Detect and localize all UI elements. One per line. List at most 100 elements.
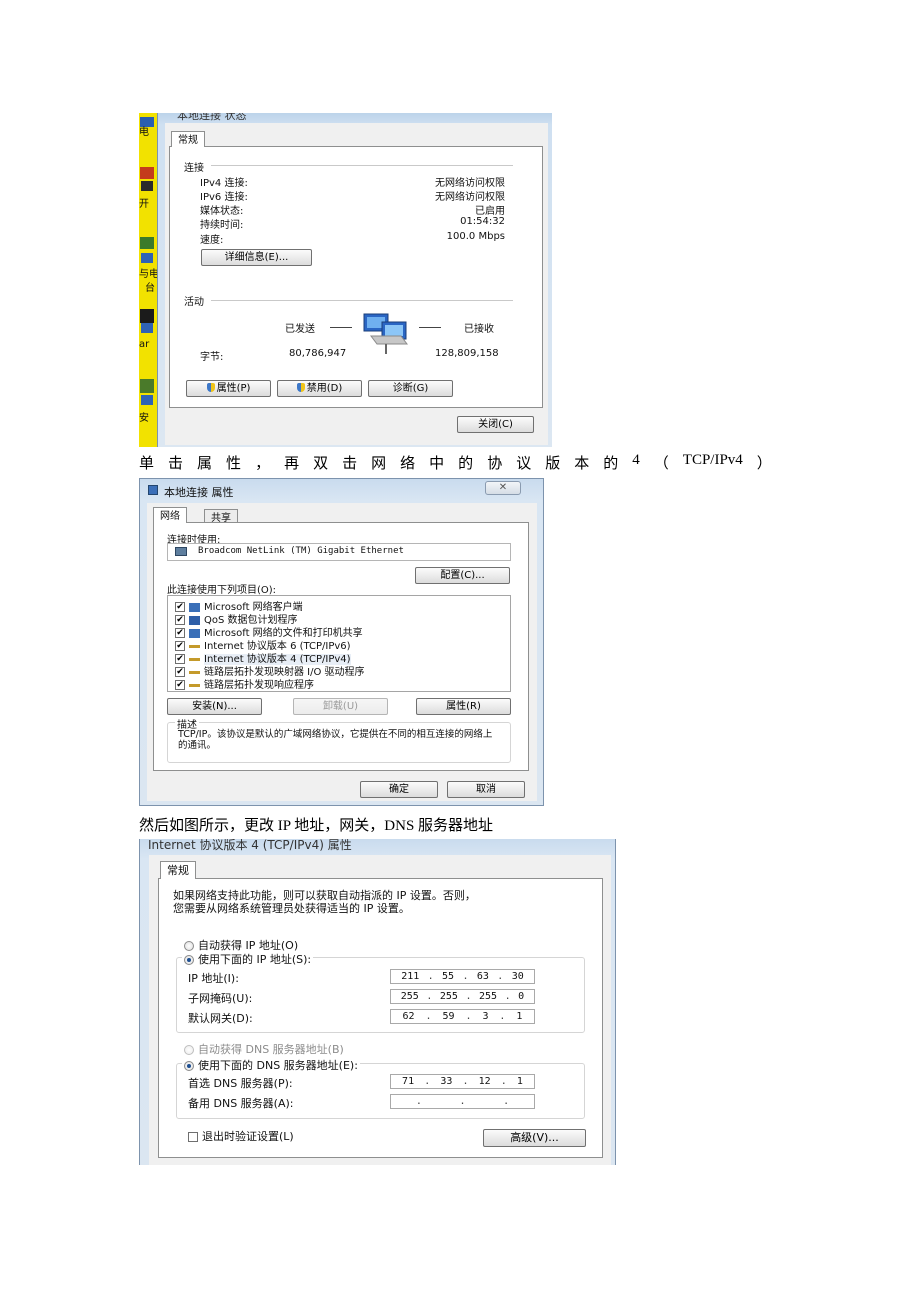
close-window-icon[interactable]: ✕ — [485, 481, 521, 495]
dns-octet: 71 — [402, 1076, 415, 1087]
caption-word: 的 — [458, 456, 474, 472]
details-button[interactable]: 详细信息(E)... — [201, 249, 312, 266]
desktop-text: 开 — [139, 199, 149, 210]
auto-dns-option[interactable]: 自动获得 DNS 服务器地址(B) — [184, 1041, 344, 1057]
preferred-dns-field[interactable]: 71. 33. 12. 1 — [390, 1074, 535, 1089]
tab-general[interactable]: 常规 — [171, 131, 205, 147]
gateway-octet: 62 — [402, 1011, 415, 1022]
caption-word: ， — [255, 456, 271, 472]
properties-button[interactable]: 属性(P) — [186, 380, 271, 397]
caption-word: TCP/IPv4 — [682, 452, 743, 468]
mask-octet: 255 — [400, 991, 419, 1002]
auto-dns-label: 自动获得 DNS 服务器地址(B) — [198, 1043, 344, 1056]
validate-label: 退出时验证设置(L) — [202, 1130, 294, 1143]
desktop-icon — [140, 309, 154, 323]
desktop-icon — [141, 323, 153, 333]
gateway-label: 默认网关(D): — [188, 1012, 253, 1025]
install-button[interactable]: 安装(N)... — [167, 698, 262, 715]
subnet-mask-field[interactable]: 255. 255. 255. 0 — [390, 989, 535, 1004]
caption-word: 网 — [371, 456, 387, 472]
adapter-name: Broadcom NetLink (TM) Gigabit Ethernet — [198, 546, 404, 556]
caption-word: 版 — [545, 456, 561, 472]
sent-line — [330, 327, 352, 328]
list-item[interactable]: ✔ 链路层拓扑发现响应程序 — [175, 676, 314, 691]
desktop-icon — [141, 181, 153, 191]
speed-label: 速度: — [200, 235, 224, 246]
protocol-icon — [189, 644, 200, 648]
ipv4-value: 无网络访问权限 — [435, 178, 505, 189]
alternate-dns-label: 备用 DNS 服务器(A): — [188, 1097, 294, 1110]
dns-octet: 33 — [440, 1076, 453, 1087]
received-label: 已接收 — [464, 324, 494, 335]
default-gateway-field[interactable]: 62. 59. 3. 1 — [390, 1009, 535, 1024]
radio-off[interactable] — [184, 1045, 194, 1055]
caption-change-addresses: 然后如图所示，更改 IP 地址，网关，DNS 服务器地址 — [139, 818, 494, 834]
media-label: 媒体状态: — [200, 206, 244, 217]
mask-octet: 255 — [479, 991, 498, 1002]
advanced-button[interactable]: 高级(V)... — [483, 1129, 586, 1147]
caption-word: （ — [653, 456, 669, 472]
description-text: TCP/IP。该协议是默认的广域网络协议，它提供在不同的相互连接的网络上的通讯。 — [178, 729, 493, 751]
desktop-text: 安 — [139, 413, 149, 424]
close-button[interactable]: 关闭(C) — [457, 416, 534, 433]
caption-word: 属 — [197, 456, 213, 472]
intro-text-line-2: 您需要从网络系统管理员处获得适当的 IP 设置。 — [173, 902, 410, 915]
media-value: 已启用 — [475, 206, 505, 217]
desktop-icon — [140, 379, 154, 393]
disable-button-label: 禁用(D) — [306, 383, 343, 394]
radio-off[interactable] — [184, 941, 194, 951]
ip-octet: 30 — [511, 971, 524, 982]
validate-option[interactable]: 退出时验证设置(L) — [188, 1128, 294, 1144]
validate-checkbox[interactable] — [188, 1132, 198, 1142]
window-title: 本地连接 状态 — [177, 113, 247, 122]
caption-word: 4 — [632, 452, 640, 468]
radio-on[interactable] — [184, 1061, 194, 1071]
ok-button[interactable]: 确定 — [360, 781, 438, 798]
preferred-dns-label: 首选 DNS 服务器(P): — [188, 1077, 293, 1090]
alternate-dns-field[interactable]: ... — [390, 1094, 535, 1109]
caption-word: 协 — [487, 456, 503, 472]
connection-status-screenshot: 电 开 与电 台 ar 安 本地连接 状态 常规 连接 IPv4 连接: 无网络… — [139, 113, 552, 447]
caption-click-properties: 单 击 属 性 ， 再 双 击 网 络 中 的 协 议 版 本 的 4 （ TC… — [139, 452, 772, 473]
properties-button[interactable]: 属性(R) — [416, 698, 511, 715]
protocol-icon — [189, 670, 200, 674]
ipv4-label: IPv4 连接: — [200, 178, 248, 189]
radio-on[interactable] — [184, 955, 194, 965]
protocol-icon — [189, 683, 200, 687]
network-icon — [148, 485, 158, 495]
caption-word: 击 — [168, 456, 184, 472]
desktop-text: 与电 — [139, 269, 159, 280]
caption-word: 议 — [516, 456, 532, 472]
ip-octet: 211 — [401, 971, 420, 982]
gateway-octet: 59 — [442, 1011, 455, 1022]
configure-button[interactable]: 配置(C)... — [415, 567, 510, 584]
item-checkbox[interactable]: ✔ — [175, 680, 185, 690]
section-activity: 活动 — [184, 297, 204, 308]
ip-address-field[interactable]: 211. 55. 63. 30 — [390, 969, 535, 984]
properties-button-label: 属性(P) — [216, 383, 251, 394]
tab-general[interactable]: 常规 — [160, 861, 196, 879]
manual-dns-option[interactable]: 使用下面的 DNS 服务器地址(E): — [182, 1057, 360, 1073]
manual-ip-label: 使用下面的 IP 地址(S): — [198, 953, 312, 966]
cancel-button[interactable]: 取消 — [447, 781, 525, 798]
window-title: 本地连接 属性 — [164, 486, 234, 499]
bytes-received: 128,809,158 — [435, 348, 499, 359]
ip-label: IP 地址(I): — [188, 972, 239, 985]
network-activity-icon — [361, 310, 411, 356]
desktop-text: 台 — [145, 283, 155, 294]
connection-properties-screenshot: 本地连接 属性 ✕ 网络 共享 连接时使用: Broadcom NetLink … — [139, 478, 544, 806]
caption-word: 性 — [226, 456, 242, 472]
dns-octet: 12 — [478, 1076, 491, 1087]
tab-network[interactable]: 网络 — [153, 507, 187, 523]
caption-word: 双 — [313, 456, 329, 472]
manual-ip-option[interactable]: 使用下面的 IP 地址(S): — [182, 951, 314, 967]
diagnose-button[interactable]: 诊断(G) — [368, 380, 453, 397]
caption-word: 本 — [574, 456, 590, 472]
disable-button[interactable]: 禁用(D) — [277, 380, 362, 397]
window-title: Internet 协议版本 4 (TCP/IPv4) 属性 — [148, 839, 352, 852]
manual-dns-label: 使用下面的 DNS 服务器地址(E): — [198, 1059, 358, 1072]
mask-octet: 255 — [439, 991, 458, 1002]
gateway-octet: 1 — [516, 1011, 523, 1022]
uninstall-button[interactable]: 卸载(U) — [293, 698, 388, 715]
shield-icon — [296, 383, 305, 392]
